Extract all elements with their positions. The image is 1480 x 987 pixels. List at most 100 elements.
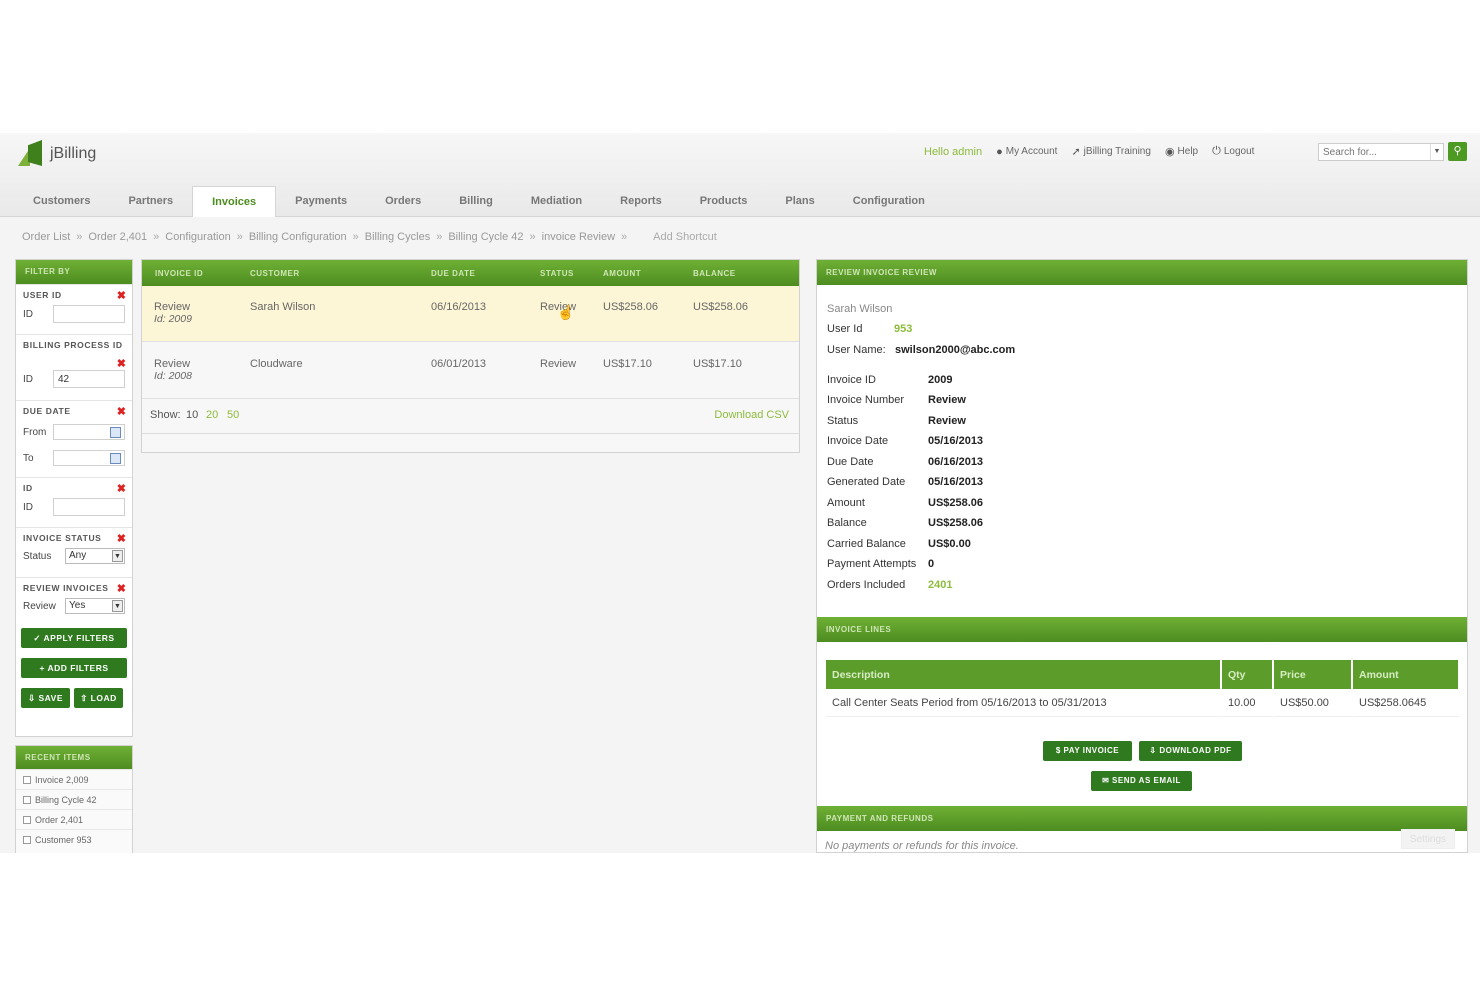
invoice-status-select[interactable]: Any ▼ [65, 548, 125, 564]
search-dropdown-icon[interactable]: ▼ [1430, 144, 1443, 160]
column-header-due-date[interactable]: DUE DATE [431, 269, 475, 278]
page-size-10[interactable]: 10 [186, 409, 198, 421]
amount-cell: US$258.06 [603, 301, 659, 313]
power-icon: ⏻ [1212, 145, 1221, 157]
calendar-icon[interactable] [110, 427, 121, 438]
load-filters-button[interactable]: ⇧ LOAD [74, 688, 123, 708]
send-as-email-button[interactable]: ✉ SEND AS EMAIL [1091, 771, 1192, 791]
help-label: Help [1177, 146, 1199, 157]
no-payments-text: No payments or refunds for this invoice. [825, 840, 1019, 852]
customer-cell: Cloudware [250, 358, 303, 370]
my-account-link[interactable]: ● My Account [996, 146, 1057, 158]
search-input[interactable] [1318, 143, 1444, 161]
due-date-from-field[interactable] [53, 424, 125, 440]
table-row[interactable]: Review Id: 2009 Sarah Wilson 06/16/2013 … [142, 286, 799, 342]
due-date-cell: 06/01/2013 [431, 358, 487, 370]
field-label: Due Date [827, 456, 874, 468]
column-header-amount[interactable]: AMOUNT [603, 269, 641, 278]
tab-mediation[interactable]: Mediation [512, 186, 601, 217]
apply-filters-button[interactable]: ✓ APPLY FILTERS [21, 628, 127, 648]
invoice-review-panel: REVIEW INVOICE REVIEW Sarah Wilson User … [816, 259, 1468, 853]
column-header-balance[interactable]: BALANCE [693, 269, 736, 278]
billing-process-id-input[interactable] [53, 370, 125, 388]
tab-partners[interactable]: Partners [109, 186, 192, 217]
user-id-input[interactable] [53, 305, 125, 323]
breadcrumb-separator: » [352, 231, 359, 243]
table-row: Call Center Seats Period from 05/16/2013… [826, 689, 1460, 717]
balance-cell: US$258.06 [693, 301, 749, 313]
field-label: Invoice Number [827, 394, 905, 406]
add-filters-button[interactable]: + ADD FILTERS [21, 658, 127, 678]
tab-reports[interactable]: Reports [601, 186, 681, 217]
id-input[interactable] [53, 498, 125, 516]
recent-item[interactable]: Invoice 2,009 [16, 769, 132, 789]
line-qty: 10.00 [1222, 689, 1274, 717]
tab-customers[interactable]: Customers [14, 186, 109, 217]
save-filters-button[interactable]: ⇩ SAVE [21, 688, 70, 708]
logo[interactable]: jBilling [18, 140, 96, 168]
breadcrumb-item[interactable]: Billing Cycle 42 [448, 231, 523, 243]
due-date-to-field[interactable] [53, 450, 125, 466]
remove-filter-icon[interactable]: ✖ [117, 405, 126, 418]
recent-item[interactable]: Order 2,401 [16, 809, 132, 829]
remove-filter-icon[interactable]: ✖ [117, 532, 126, 545]
orders-included-link[interactable]: 2401 [928, 579, 952, 591]
page-size-20[interactable]: 20 [206, 409, 218, 421]
customer-name: Sarah Wilson [827, 303, 893, 315]
page-size-50[interactable]: 50 [227, 409, 239, 421]
jbilling-logo-icon [18, 140, 44, 168]
search-icon[interactable]: ⚲ [1448, 142, 1467, 161]
recent-item[interactable]: Billing Cycle 42 [16, 789, 132, 809]
breadcrumb-separator: » [153, 231, 160, 243]
breadcrumb-item[interactable]: Order 2,401 [88, 231, 147, 243]
settings-button[interactable]: Settings [1401, 829, 1455, 849]
tab-configuration[interactable]: Configuration [834, 186, 944, 217]
recent-item[interactable]: Customer 953 [16, 829, 132, 849]
main-nav: Customers Partners Invoices Payments Ord… [14, 186, 944, 217]
remove-filter-icon[interactable]: ✖ [117, 289, 126, 302]
field-value: 05/16/2013 [928, 435, 984, 447]
remove-filter-icon[interactable]: ✖ [117, 357, 126, 370]
table-row[interactable]: Review Id: 2008 Cloudware 06/01/2013 Rev… [142, 343, 799, 399]
tab-products[interactable]: Products [681, 186, 767, 217]
add-shortcut-link[interactable]: Add Shortcut [653, 231, 717, 243]
breadcrumb-item[interactable]: invoice Review [542, 231, 615, 243]
breadcrumb-item[interactable]: Billing Cycles [365, 231, 430, 243]
remove-filter-icon[interactable]: ✖ [117, 582, 126, 595]
download-csv-link[interactable]: Download CSV [714, 409, 789, 421]
user-id-link[interactable]: 953 [894, 323, 912, 335]
breadcrumb-item[interactable]: Configuration [165, 231, 230, 243]
field-row: Balance US$258.06 [827, 517, 983, 529]
header: jBilling Hello admin ● My Account ➚ jBilli… [0, 133, 1480, 217]
invoice-icon [23, 775, 31, 784]
filter-label: Status [23, 550, 52, 562]
column-header-customer[interactable]: CUSTOMER [250, 269, 300, 278]
breadcrumb-item[interactable]: Order List [22, 231, 70, 243]
calendar-icon[interactable] [110, 453, 121, 464]
review-invoices-select[interactable]: Yes ▼ [65, 598, 125, 614]
column-header-invoice-id[interactable]: INVOICE ID [155, 269, 203, 278]
remove-filter-icon[interactable]: ✖ [117, 482, 126, 495]
tab-billing[interactable]: Billing [440, 186, 512, 217]
field-label: User Id [827, 323, 863, 335]
field-label: Amount [827, 497, 865, 509]
customer-cell: Sarah Wilson [250, 301, 316, 313]
field-label: Payment Attempts [827, 558, 917, 570]
breadcrumb-item[interactable]: Billing Configuration [249, 231, 347, 243]
tab-plans[interactable]: Plans [766, 186, 833, 217]
top-links: Hello admin ● My Account ➚ jBilling Traini… [924, 145, 1254, 158]
logout-label: Logout [1223, 146, 1255, 157]
column-header-status[interactable]: STATUS [540, 269, 574, 278]
download-pdf-button[interactable]: ⇩ DOWNLOAD PDF [1139, 741, 1242, 761]
pay-invoice-button[interactable]: $ PAY INVOICE [1043, 741, 1132, 761]
jbilling-app: jBilling Hello admin ● My Account ➚ jBilli… [0, 133, 1480, 853]
help-link[interactable]: ◉ Help [1165, 145, 1198, 158]
tab-orders[interactable]: Orders [366, 186, 440, 217]
field-row: Due Date 06/16/2013 [827, 456, 983, 468]
logout-link[interactable]: ⏻ Logout [1212, 145, 1254, 158]
tab-payments[interactable]: Payments [276, 186, 366, 217]
field-label: Orders Included [827, 579, 906, 591]
field-label: Invoice Date [827, 435, 889, 447]
tab-invoices[interactable]: Invoices [192, 186, 277, 217]
training-link[interactable]: ➚ jBilling Training [1071, 145, 1150, 158]
